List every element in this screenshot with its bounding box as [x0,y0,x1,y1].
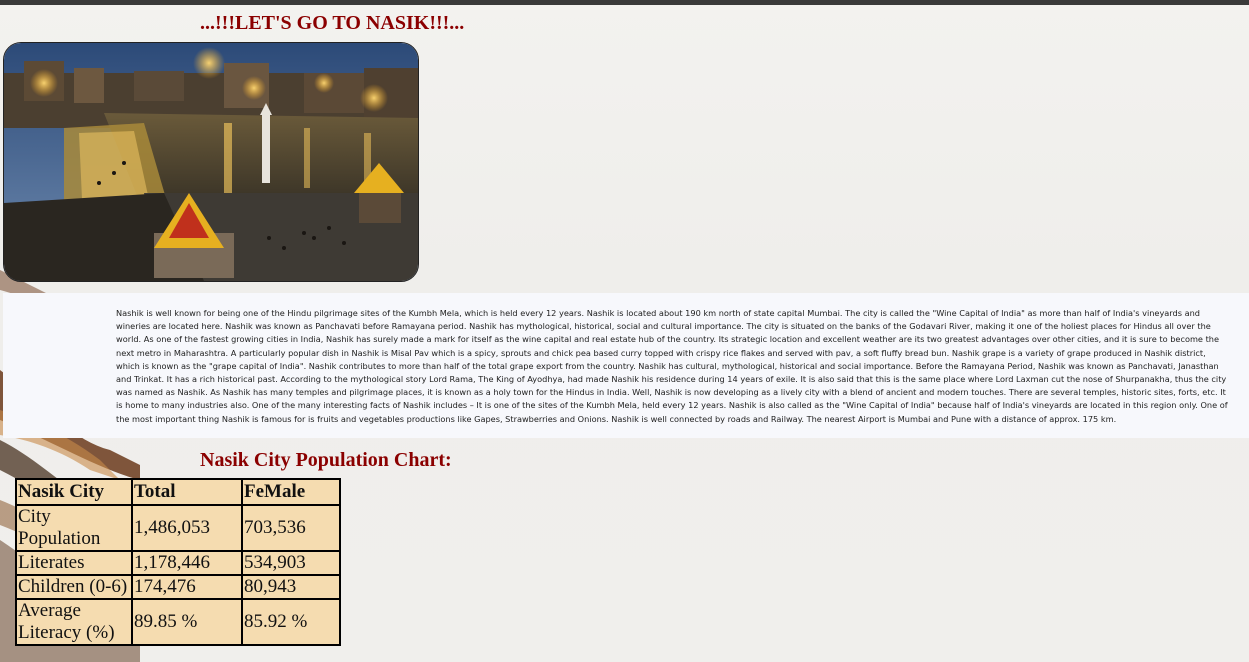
table-row: Literates 1,178,446 534,903 [15,550,341,576]
female-cell: 85.92 % [241,598,341,646]
table-header-row: Nasik City Total FeMale [15,478,341,506]
column-header-female: FeMale [241,478,341,506]
row-label: Children (0-6) [15,574,133,600]
column-header-total: Total [131,478,243,506]
female-cell: 703,536 [241,504,341,552]
population-table: Nasik City Total FeMale City Population … [15,478,341,646]
total-cell: 89.85 % [131,598,243,646]
population-chart-heading: Nasik City Population Chart: [200,449,452,471]
row-label: City Population [15,504,133,552]
top-border-bar [0,0,1249,5]
column-header-city: Nasik City [15,478,133,506]
description-panel: Nashik is well known for being one of th… [3,293,1249,438]
total-cell: 174,476 [131,574,243,600]
row-label: Average Literacy (%) [15,598,133,646]
total-cell: 1,178,446 [131,550,243,576]
total-cell: 1,486,053 [131,504,243,552]
table-row: City Population 1,486,053 703,536 [15,504,341,552]
page-title: ...!!!LET'S GO TO NASIK!!!... [200,12,465,34]
table-row: Children (0-6) 174,476 80,943 [15,574,341,600]
female-cell: 534,903 [241,550,341,576]
nashik-ghat-photo [3,42,419,282]
description-text: Nashik is well known for being one of th… [116,308,1228,424]
female-cell: 80,943 [241,574,341,600]
row-label: Literates [15,550,133,576]
table-row: Average Literacy (%) 89.85 % 85.92 % [15,598,341,646]
